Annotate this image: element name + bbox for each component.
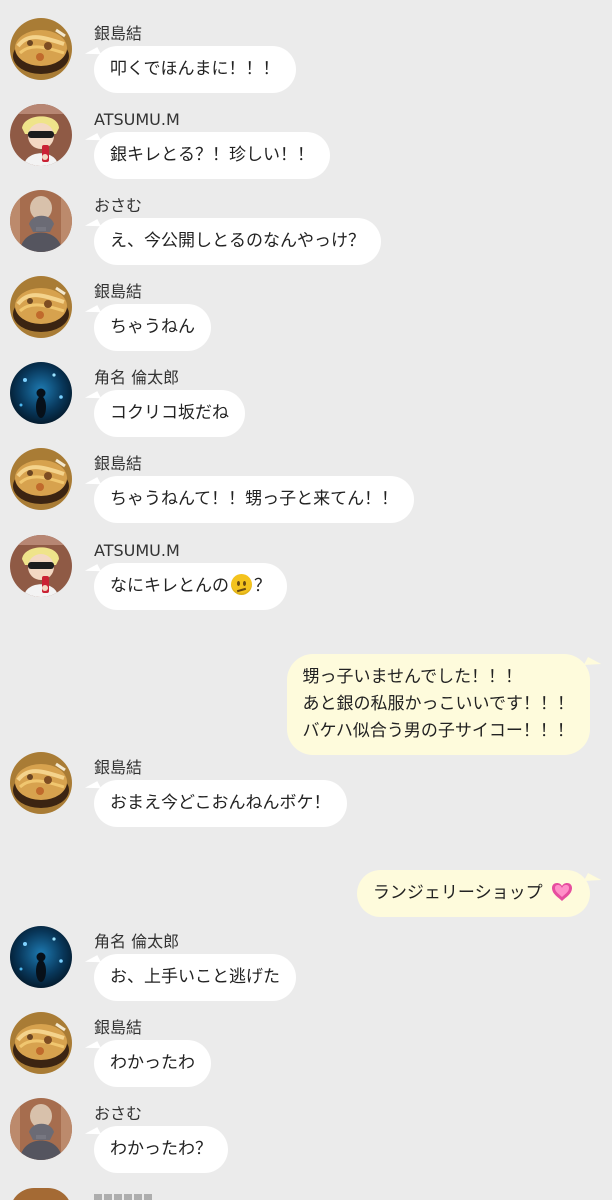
ramen-avatar-icon[interactable] <box>10 752 72 814</box>
sender-name: 角名 倫太郎 <box>94 368 180 387</box>
sender-name: 銀島結 <box>94 454 143 473</box>
message-bubble[interactable]: 叩くでほんまに！！！ <box>94 46 296 93</box>
partially-visible-sender-name <box>94 1194 154 1200</box>
ramen-avatar-icon[interactable] <box>10 18 72 80</box>
aquarium-avatar-icon[interactable] <box>10 926 72 988</box>
confused-face-icon <box>231 574 252 595</box>
message-text: ？ <box>254 576 271 596</box>
message-bubble[interactable]: わかったわ <box>94 1040 211 1087</box>
message-bubble[interactable]: ちゃうねんて！！甥っ子と来てん！！ <box>94 476 415 523</box>
sender-name: 銀島結 <box>94 1018 143 1037</box>
sender-name: ATSUMU.M <box>94 541 180 560</box>
ramen-avatar-icon[interactable] <box>10 276 72 338</box>
partially-visible-avatar <box>10 1188 72 1200</box>
pink-heart-icon <box>550 882 574 902</box>
message-text: ランジェリーショップ <box>372 883 543 903</box>
message-bubble[interactable]: コクリコ坂だね <box>94 390 245 437</box>
sender-name: ATSUMU.M <box>94 110 180 129</box>
hoodie-boy-avatar-icon[interactable] <box>10 190 72 252</box>
blond-boy-avatar-icon[interactable] <box>10 104 72 166</box>
outgoing-message-bubble[interactable]: ランジェリーショップ <box>356 870 590 917</box>
chat-timeline[interactable]: 銀島結 叩くでほんまに！！！ ATSUMU.M 銀キレとる？！珍しい！！ おさむ… <box>0 0 612 1200</box>
message-bubble[interactable]: お、上手いこと逃げた <box>94 954 296 1001</box>
sender-name: おさむ <box>94 196 143 215</box>
message-line: あと銀の私服かっこいいです！！！ <box>302 694 575 714</box>
message-bubble[interactable]: わかったわ？ <box>94 1126 228 1173</box>
sender-name: 角名 倫太郎 <box>94 932 180 951</box>
sender-name: おさむ <box>94 1104 143 1123</box>
message-line: 甥っ子いませんでした！！！ <box>302 667 523 687</box>
sender-name: 銀島結 <box>94 758 143 777</box>
blond-boy-avatar-icon[interactable] <box>10 535 72 597</box>
message-bubble[interactable]: 銀キレとる？！珍しい！！ <box>94 132 330 179</box>
message-bubble[interactable]: なにキレとんの ？ <box>94 563 287 610</box>
message-line: バケハ似合う男の子サイコー！！！ <box>302 721 574 741</box>
ramen-avatar-icon[interactable] <box>10 1012 72 1074</box>
hoodie-boy-avatar-icon[interactable] <box>10 1098 72 1160</box>
sender-name: 銀島結 <box>94 282 143 301</box>
aquarium-avatar-icon[interactable] <box>10 362 72 424</box>
message-text: なにキレとんの <box>110 576 229 596</box>
message-bubble[interactable]: え、今公開しとるのなんやっけ？ <box>94 218 381 265</box>
message-bubble[interactable]: おまえ今どこおんねんボケ！ <box>94 780 347 827</box>
sender-name: 銀島結 <box>94 24 143 43</box>
ramen-avatar-icon[interactable] <box>10 448 72 510</box>
outgoing-message-bubble[interactable]: 甥っ子いませんでした！！！ あと銀の私服かっこいいです！！！ バケハ似合う男の子… <box>286 654 590 755</box>
message-bubble[interactable]: ちゃうねん <box>94 304 211 351</box>
